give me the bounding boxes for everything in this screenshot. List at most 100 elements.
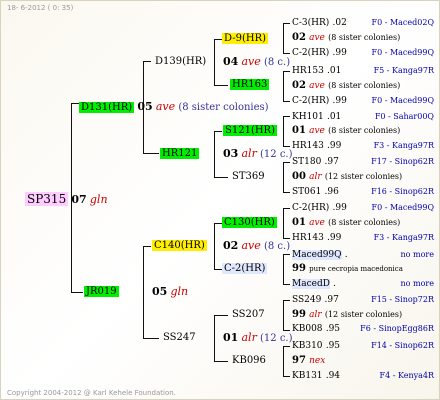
pedigree-frame: 18- 6-2012 ( 0: 35) SP315 07 gln D131(HR… xyxy=(0,0,440,400)
link-l3-2 xyxy=(283,71,284,101)
link-l3-7-top xyxy=(283,300,290,301)
node-name: C140(HR) xyxy=(152,240,207,251)
link-l3-3-bottom xyxy=(283,146,290,147)
l4-row[interactable]: Maced99Q . no more xyxy=(292,249,434,261)
l4-row[interactable]: SS249 .97 F15 - Sinop72R xyxy=(292,294,434,306)
node-num: 99 xyxy=(292,309,306,320)
l4-row[interactable]: MacedD . no more xyxy=(292,278,434,290)
node-num: 00 xyxy=(292,171,306,182)
link-l3-8 xyxy=(283,346,284,376)
node-name: JR019 xyxy=(84,286,119,297)
link-l1b xyxy=(143,246,144,338)
link-l3-8-bottom xyxy=(283,376,290,377)
l4-row[interactable]: HR153 .01 F5 - Kanga97R xyxy=(292,65,434,77)
l3-node-6[interactable]: C-2(HR) xyxy=(222,263,268,275)
node-sisters: (12 c.) xyxy=(260,333,293,344)
node-source: F3 - Kanga97R xyxy=(373,141,434,150)
root-name: SP315 xyxy=(25,192,69,206)
link-l2d xyxy=(214,315,215,361)
l3-node-7[interactable]: SS207 xyxy=(230,309,267,321)
node-source: F0 - Maced99Q xyxy=(371,96,434,105)
node-source: F6 - SinopEgg86R xyxy=(360,324,434,333)
node-source: F5 - Kanga97R xyxy=(373,66,434,75)
node-quality: ave xyxy=(241,55,261,68)
node-num: 03 xyxy=(223,147,239,160)
link-l1a-bottom xyxy=(143,153,159,154)
l3-node-8[interactable]: KB096 xyxy=(230,355,268,367)
l4-row[interactable]: KB131 .94 F4 - Kenya4R xyxy=(292,370,434,382)
node-source: no more xyxy=(400,250,434,259)
node-year: .95 xyxy=(325,341,341,351)
node-name: HR143 xyxy=(292,233,324,243)
node-source: no more xyxy=(400,279,434,288)
node-name: D131(HR) xyxy=(79,102,135,113)
link-l3-4 xyxy=(283,162,284,192)
l2-node-3[interactable]: C140(HR) xyxy=(152,240,207,252)
link-l3-7-bottom xyxy=(283,330,290,331)
node-sisters: (8 sister colonies) xyxy=(328,33,401,42)
root-node[interactable]: SP315 07 gln xyxy=(25,192,108,207)
l4-row[interactable]: C-2(HR) .99 F0 - Maced99Q xyxy=(292,202,434,214)
l4-row[interactable]: KB008 .95 F6 - SinopEgg86R xyxy=(292,323,434,335)
date-stamp: 18- 6-2012 ( 0: 35) xyxy=(7,4,74,12)
node-name: HR153 xyxy=(292,66,324,76)
l4-row[interactable]: HR143 .99 F3 - Kanga97R xyxy=(292,232,434,244)
l1-node-1[interactable]: D131(HR) 05 ave (8 sister colonies) xyxy=(79,101,269,114)
node-quality: ave xyxy=(309,81,325,91)
l3-node-3[interactable]: S121(HR) xyxy=(223,125,277,137)
l1-node-2[interactable]: JR019 xyxy=(84,286,119,298)
node-quality: gln xyxy=(170,285,189,298)
l4-row[interactable]: HR143 .99 F3 - Kanga97R xyxy=(292,140,434,152)
l4-row[interactable]: ST061 .96 F16 - Sinop62R xyxy=(292,186,434,198)
node-name: ST180 xyxy=(292,157,322,167)
l2-node-4[interactable]: SS247 xyxy=(161,332,198,344)
node-source: F15 - Sinop72R xyxy=(371,295,434,304)
l3-node-4[interactable]: ST369 xyxy=(230,171,267,183)
node-quality: alr xyxy=(309,310,322,320)
node-name: HR143 xyxy=(292,141,324,151)
node-num: 05 xyxy=(137,100,153,113)
l4-row[interactable]: KH101 .01 F0 - Sahar00Q xyxy=(292,111,434,123)
node-name: C-2(HR) xyxy=(222,263,268,274)
node-source: F0 - Maced02Q xyxy=(371,18,434,27)
l4-row[interactable]: ST180 .97 F17 - Sinop62R xyxy=(292,156,434,168)
link-root-top xyxy=(71,103,79,104)
l4-row[interactable]: C-2(HR) .99 F0 - Maced99Q xyxy=(292,95,434,107)
node-name: SS207 xyxy=(232,309,265,320)
link-l3-3-top xyxy=(283,116,290,117)
node-num: 02 xyxy=(292,80,306,91)
node-quality: ave xyxy=(309,218,325,228)
l3-node-2[interactable]: HR163 xyxy=(230,79,270,91)
l2-node-2-info: 03 alr (12 c.) xyxy=(223,148,293,161)
l3-node-5[interactable]: C130(HR) xyxy=(222,217,277,229)
l4-row[interactable]: C-3(HR) .02 F0 - Maced02Q xyxy=(292,17,434,29)
node-quality: ave xyxy=(241,239,261,252)
l4-row[interactable]: KB310 .95 F14 - Sinop62R xyxy=(292,340,434,352)
link-l2d-bottom xyxy=(214,361,228,362)
link-l2c xyxy=(214,223,215,269)
l4-row[interactable]: C-2(HR) .99 F0 - Maced99Q xyxy=(292,47,434,59)
node-name: KB096 xyxy=(232,355,266,366)
node-year: .95 xyxy=(325,324,341,334)
link-l3-1-top xyxy=(283,23,290,24)
node-quality: ave xyxy=(309,33,325,43)
l3-node-1[interactable]: D-9(HR) xyxy=(222,33,268,45)
node-year: .97 xyxy=(324,157,339,167)
link-l2c-bottom xyxy=(214,269,222,270)
link-l3-5 xyxy=(283,208,284,238)
node-name: KB008 xyxy=(292,324,323,334)
node-num: 01 xyxy=(223,331,239,344)
node-name: ST369 xyxy=(232,171,265,182)
l2-node-2[interactable]: HR121 xyxy=(160,148,200,160)
node-year: .01 xyxy=(326,112,342,122)
link-l2d-top xyxy=(214,315,228,316)
node-name: HR163 xyxy=(230,79,270,90)
link-l3-1 xyxy=(283,23,284,53)
node-year: .97 xyxy=(324,295,339,305)
node-sisters: pure cecropia macedonica xyxy=(309,265,403,273)
link-l3-1-bottom xyxy=(283,53,290,54)
link-l1b-bottom xyxy=(143,338,159,339)
node-year: .02 xyxy=(332,18,347,28)
l3-info-3: 01 ave (8 sister colonies) xyxy=(292,125,400,137)
l2-node-1[interactable]: D139(HR) xyxy=(153,56,208,68)
